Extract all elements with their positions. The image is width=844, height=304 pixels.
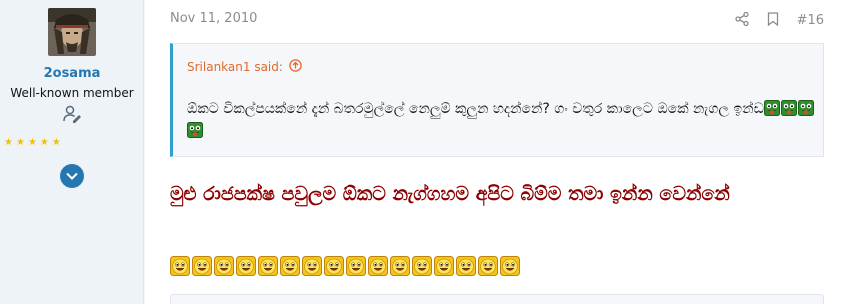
- tongue-out-emoji-icon: [763, 100, 780, 116]
- post-number[interactable]: #16: [797, 13, 824, 28]
- post-message: මුළු රාජපක්ෂ පවුලම ඕකට නැග්ගහම අපිට බිම්…: [170, 183, 730, 205]
- next-post-block: [170, 294, 824, 304]
- smiley-emoji-icon: [434, 256, 454, 276]
- bookmark-icon[interactable]: [767, 11, 779, 30]
- smiley-emoji-icon: [214, 256, 234, 276]
- smiley-emoji-icon: [302, 256, 322, 276]
- post-date[interactable]: Nov 11, 2010: [170, 11, 257, 26]
- tongue-out-emoji-icon: [780, 100, 797, 116]
- post-content: Nov 11, 2010 #16 Srilankan1 said: ඕකට වි…: [145, 0, 844, 304]
- smiley-emoji-icon: [456, 256, 476, 276]
- smiley-emoji-icon: [258, 256, 278, 276]
- smiley-emoji-icon: [368, 256, 388, 276]
- user-rating-stars: ★ ★ ★ ★ ★: [4, 138, 61, 148]
- smiley-emoji-row: [170, 256, 520, 276]
- tongue-out-emoji-icon: [187, 122, 203, 138]
- quote-text: ඕකට විකල්පයක්නේ දැන් බතරමුල්ලේ නෙලුම් කු…: [187, 101, 764, 117]
- share-icon[interactable]: [734, 11, 749, 30]
- star-icon: ★: [39, 137, 49, 148]
- smiley-emoji-icon: [500, 256, 520, 276]
- chevron-down-icon: [66, 172, 78, 180]
- user-sidebar: 2osama Well-known member ★ ★ ★ ★ ★: [0, 0, 144, 304]
- arrow-up-circle-icon[interactable]: [289, 59, 302, 75]
- post-actions: #16: [734, 11, 824, 30]
- smiley-emoji-icon: [478, 256, 498, 276]
- smiley-emoji-icon: [170, 256, 190, 276]
- quote-header[interactable]: Srilankan1 said:: [187, 59, 302, 75]
- smiley-emoji-icon: [390, 256, 410, 276]
- smiley-emoji-icon: [192, 256, 212, 276]
- user-edit-icon[interactable]: [62, 104, 82, 124]
- quote-block: Srilankan1 said: ඕකට විකල්පයක්නේ දැන් බත…: [170, 43, 824, 157]
- smiley-emoji-icon: [324, 256, 344, 276]
- smiley-emoji-icon: [412, 256, 432, 276]
- username[interactable]: 2osama: [0, 66, 144, 81]
- star-icon: ★: [15, 137, 25, 148]
- quote-author[interactable]: Srilankan1 said:: [187, 60, 283, 74]
- star-icon: ★: [51, 137, 61, 148]
- quote-text-container: ඕකට විකල්පයක්නේ දැන් බතරමුල්ලේ නෙලුම් කු…: [187, 98, 817, 142]
- expand-user-info-button[interactable]: [60, 164, 84, 188]
- user-title: Well-known member: [10, 86, 134, 100]
- star-icon: ★: [4, 137, 13, 148]
- tongue-out-emoji-icon: [797, 100, 814, 116]
- smiley-emoji-icon: [346, 256, 366, 276]
- user-avatar[interactable]: [48, 8, 96, 56]
- star-icon: ★: [27, 137, 37, 148]
- smiley-emoji-icon: [236, 256, 256, 276]
- smiley-emoji-icon: [280, 256, 300, 276]
